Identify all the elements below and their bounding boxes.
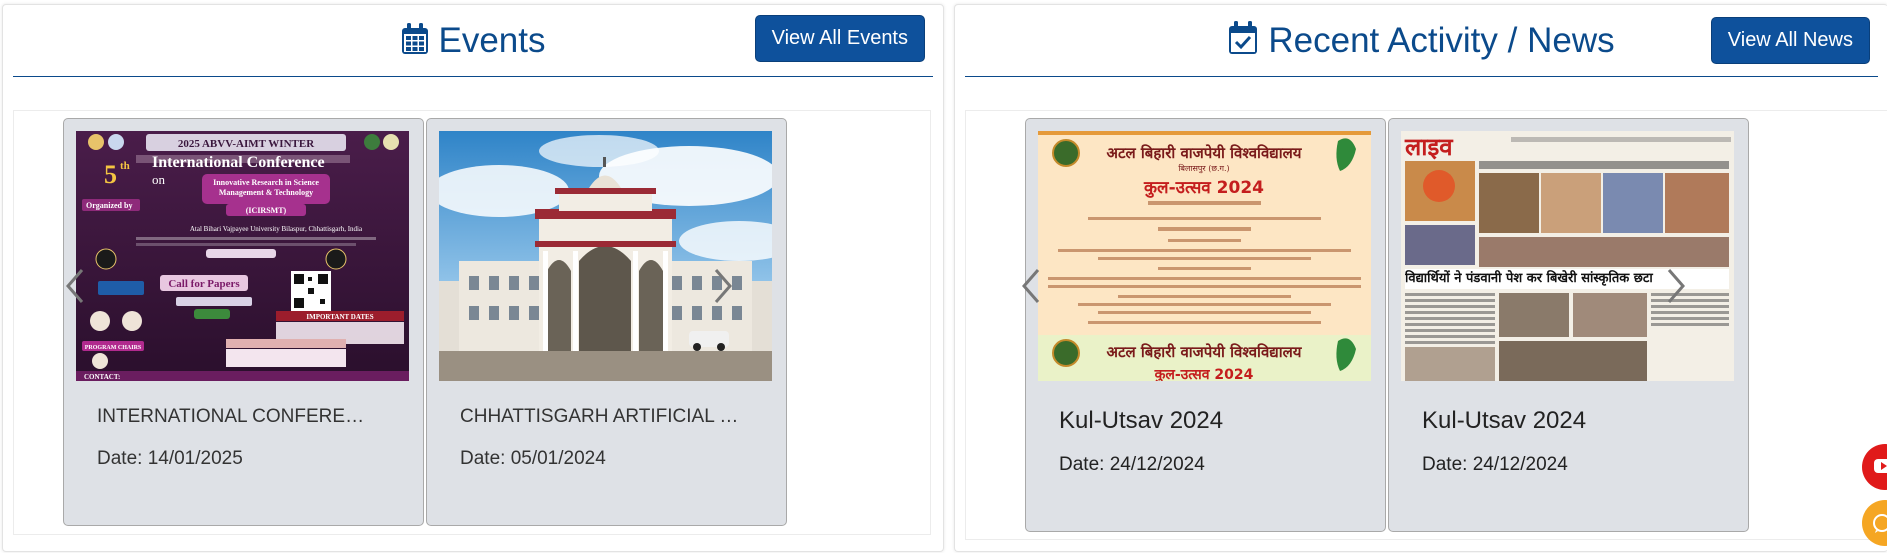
event-card[interactable]: 2025 ABVV-AIMT WINTER 5 th International… <box>63 118 424 526</box>
news-prev-arrow[interactable] <box>1018 266 1044 306</box>
news-card[interactable]: अटल बिहारी वाजपेयी विश्वविद्यालय बिलासपु… <box>1025 118 1386 532</box>
news-header: Recent Activity / News View All News <box>965 5 1878 77</box>
news-card[interactable]: लाइव विद्यार्थियों ने पंडवानी पेश कर बिख… <box>1388 118 1749 532</box>
events-title-text: Events <box>438 21 546 60</box>
poster-banner: 2025 ABVV-AIMT WINTER <box>178 138 315 150</box>
calendar-check-icon <box>1228 21 1258 66</box>
news-title-text: Recent Activity / News <box>1268 21 1615 60</box>
event-title[interactable]: CHHATTISGARH ARTIFICIAL … <box>460 406 760 428</box>
event-title[interactable]: INTERNATIONAL CONFERE… <box>97 406 397 428</box>
news-panel: Recent Activity / News View All News अटल… <box>954 4 1887 552</box>
events-next-arrow[interactable] <box>710 266 736 306</box>
invite-repeat-event: कुल-उत्सव 2024 <box>1154 367 1254 381</box>
calendar-icon <box>401 22 429 66</box>
whatsapp-float-button[interactable] <box>1862 500 1887 546</box>
poster-organized-by: Organized by <box>86 201 132 210</box>
newspaper-clipping-image[interactable]: लाइव विद्यार्थियों ने पंडवानी पेश कर बिख… <box>1401 131 1734 381</box>
poster-acronym: (ICIRSMT) <box>246 206 287 215</box>
event-date: Date: 05/01/2024 <box>460 448 606 469</box>
news-date: Date: 24/12/2024 <box>1059 454 1205 475</box>
news-next-arrow[interactable] <box>1663 266 1689 306</box>
view-all-events-button[interactable]: View All Events <box>754 15 925 62</box>
poster-theme: Innovative Research in Science Managemen… <box>213 178 319 197</box>
events-header: Events View All Events <box>13 5 933 77</box>
poster-dates-header: IMPORTANT DATES <box>306 313 373 321</box>
event-building-image[interactable] <box>439 131 772 381</box>
event-card[interactable]: CHHATTISGARH ARTIFICIAL … Date: 05/01/20… <box>426 118 787 526</box>
poster-on: on <box>152 172 166 187</box>
news-carousel: अटल बिहारी वाजपेयी विश्वविद्यालय बिलासपु… <box>965 110 1887 540</box>
invite-subtitle: बिलासपुर (छ.ग.) <box>1178 163 1229 174</box>
invite-university: अटल बिहारी वाजपेयी विश्वविद्यालय <box>1106 144 1302 162</box>
poster-call-for-papers: Call for Papers <box>168 278 240 290</box>
events-prev-arrow[interactable] <box>62 266 88 306</box>
events-panel: Events View All Events 2025 ABVV-AIMT WI… <box>2 4 944 552</box>
event-date: Date: 14/01/2025 <box>97 448 243 469</box>
poster-contact: CONTACT: <box>84 373 120 381</box>
whatsapp-icon <box>1873 514 1887 533</box>
kul-utsav-invitation-image[interactable]: अटल बिहारी वाजपेयी विश्वविद्यालय बिलासपु… <box>1038 131 1371 381</box>
view-all-news-button[interactable]: View All News <box>1710 17 1870 64</box>
news-title-link[interactable]: Kul-Utsav 2024 <box>1059 407 1359 435</box>
news-title-link[interactable]: Kul-Utsav 2024 <box>1422 407 1722 435</box>
youtube-float-button[interactable] <box>1862 444 1887 490</box>
news-date: Date: 24/12/2024 <box>1422 454 1568 475</box>
newspaper-masthead: लाइव <box>1404 133 1454 161</box>
poster-university: Atal Bihari Vajpayee University Bilaspur… <box>190 225 363 233</box>
event-poster-image[interactable]: 2025 ABVV-AIMT WINTER 5 th International… <box>76 131 409 381</box>
events-carousel: 2025 ABVV-AIMT WINTER 5 th International… <box>13 110 931 535</box>
poster-edition-suffix: th <box>120 160 130 172</box>
invite-event-title: कुल-उत्सव 2024 <box>1143 178 1264 198</box>
poster-edition: 5 <box>104 160 117 189</box>
youtube-icon <box>1874 459 1887 473</box>
poster-committee: PROGRAM CHAIRS <box>85 345 142 351</box>
invite-repeat-university: अटल बिहारी वाजपेयी विश्वविद्यालय <box>1106 343 1302 361</box>
poster-heading: International Conference <box>152 154 325 171</box>
